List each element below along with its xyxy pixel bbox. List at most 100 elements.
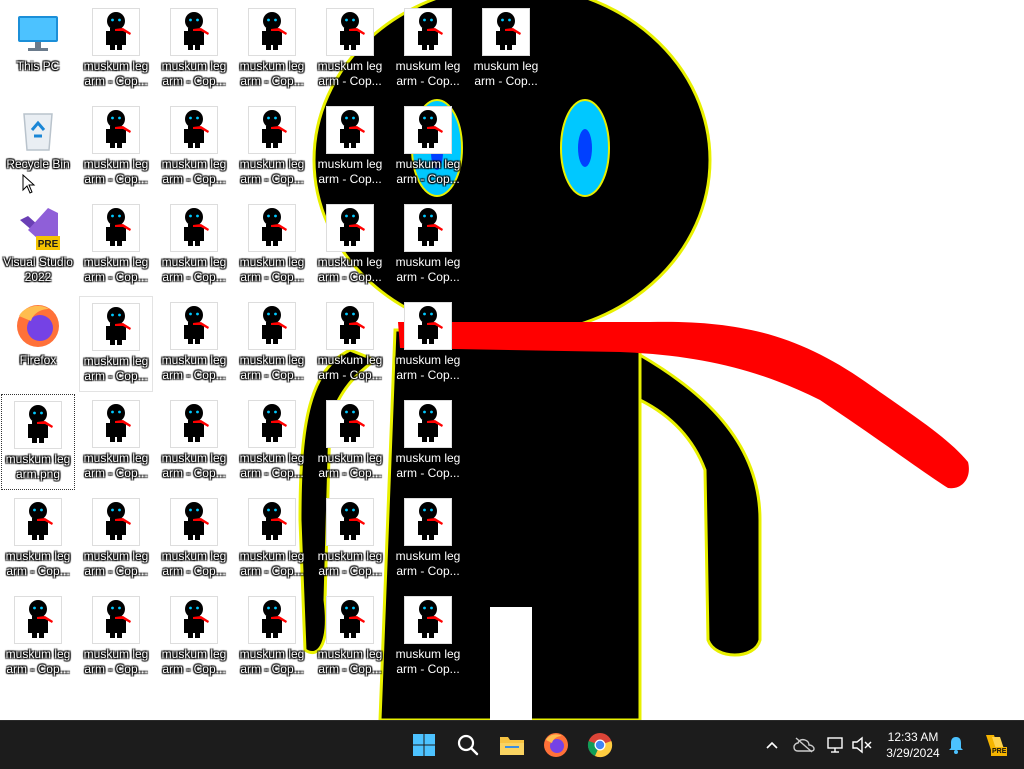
desktop-icon-file-copy[interactable]: muskum leg arm - Cop... — [157, 590, 231, 686]
desktop-icon-label: muskum leg arm - Cop... — [161, 59, 227, 88]
image-thumbnail-icon — [170, 400, 218, 448]
image-thumbnail-icon — [248, 400, 296, 448]
cloud-off-icon — [793, 737, 815, 753]
desktop-icon-file-copy[interactable]: muskum leg arm - Cop... — [79, 492, 153, 588]
image-thumbnail-icon — [404, 204, 452, 252]
onedrive-button[interactable] — [792, 733, 816, 757]
computer-icon — [14, 8, 62, 56]
network-icon — [827, 737, 843, 753]
desktop-icon-label: This PC — [16, 59, 60, 73]
desktop-icon-file-copy[interactable]: muskum leg arm - Cop... — [235, 492, 309, 588]
show-hidden-icons-button[interactable] — [760, 733, 784, 757]
desktop-icon-file-copy[interactable]: muskum leg arm - Cop... — [157, 198, 231, 294]
desktop[interactable]: This PC Recycle Bin PRE Visual Studio 2022 … — [0, 0, 1024, 720]
clock-date: 3/29/2024 — [886, 746, 940, 760]
desktop-icon-file-copy[interactable]: muskum leg arm - Cop... — [235, 394, 309, 490]
desktop-icon-file-copy[interactable]: muskum leg arm - Cop... — [157, 2, 231, 98]
desktop-icon-file-copy[interactable]: muskum leg arm - Cop... — [157, 100, 231, 196]
desktop-icon-file-copy[interactable]: muskum leg arm - Cop... — [157, 492, 231, 588]
desktop-icon-file-copy[interactable]: muskum leg arm - Cop... — [157, 394, 231, 490]
desktop-icon-file-copy[interactable]: muskum leg arm - Cop... — [79, 296, 153, 392]
notifications-button[interactable] — [944, 733, 968, 757]
desktop-icon-file-copy[interactable]: muskum leg arm - Cop... — [1, 590, 75, 686]
desktop-icon-label: muskum leg arm - Cop... — [239, 549, 305, 578]
recycle-bin-icon — [14, 106, 62, 154]
desktop-icon-file-copy[interactable]: muskum leg arm - Cop... — [313, 2, 387, 98]
desktop-icon-file-copy[interactable]: muskum leg arm - Cop... — [235, 590, 309, 686]
clock[interactable]: 12:33 AM 3/29/2024 — [880, 729, 946, 761]
search-button[interactable] — [450, 727, 486, 763]
desktop-icon-file-copy[interactable]: muskum leg arm - Cop... — [235, 100, 309, 196]
desktop-icon-file-copy[interactable]: muskum leg arm - Cop... — [313, 394, 387, 490]
desktop-icon-file-copy[interactable]: muskum leg arm - Cop... — [235, 2, 309, 98]
desktop-icon-file-copy[interactable]: muskum leg arm - Cop... — [79, 394, 153, 490]
desktop-icon-file-copy[interactable]: muskum leg arm - Cop... — [391, 590, 465, 686]
image-thumbnail-icon — [326, 302, 374, 350]
desktop-icon-label: muskum leg arm - Cop... — [317, 353, 383, 382]
firefox-taskbar-button[interactable] — [538, 727, 574, 763]
desktop-icon-file-copy[interactable]: muskum leg arm - Cop... — [313, 198, 387, 294]
desktop-icon-file-copy[interactable]: muskum leg arm - Cop... — [313, 296, 387, 392]
desktop-icon-file-copy[interactable]: muskum leg arm - Cop... — [391, 100, 465, 196]
desktop-icon-file-copy[interactable]: muskum leg arm - Cop... — [1, 492, 75, 588]
image-thumbnail-icon — [248, 498, 296, 546]
desktop-icon-file-copy[interactable]: muskum leg arm - Cop... — [79, 100, 153, 196]
image-thumbnail-icon — [248, 204, 296, 252]
desktop-icon-label: muskum leg arm - Cop... — [83, 157, 149, 186]
image-thumbnail-icon — [92, 204, 140, 252]
image-thumbnail-icon — [92, 106, 140, 154]
desktop-icon-file-copy[interactable]: muskum leg arm - Cop... — [79, 2, 153, 98]
image-thumbnail-icon — [404, 302, 452, 350]
image-thumbnail-icon — [14, 498, 62, 546]
image-thumbnail-icon — [14, 596, 62, 644]
desktop-icon-file-copy[interactable]: muskum leg arm - Cop... — [391, 198, 465, 294]
clock-time: 12:33 AM — [887, 730, 939, 744]
desktop-icon-file-copy[interactable]: muskum leg arm - Cop... — [157, 296, 231, 392]
desktop-icon-label: muskum leg arm - Cop... — [395, 59, 461, 88]
desktop-icon-file-copy[interactable]: muskum leg arm - Cop... — [235, 198, 309, 294]
start-button[interactable] — [406, 727, 442, 763]
firefox-icon — [544, 733, 568, 757]
desktop-icon-computer[interactable]: This PC — [1, 2, 75, 98]
image-thumbnail-icon — [170, 596, 218, 644]
wallpaper — [298, 0, 969, 720]
desktop-icon-file-copy[interactable]: muskum leg arm - Cop... — [313, 100, 387, 196]
visual-studio-icon: PRE — [14, 204, 62, 252]
desktop-icon-label: Recycle Bin — [6, 157, 70, 171]
desktop-icon-visual-studio[interactable]: PRE Visual Studio 2022 Preview — [1, 198, 75, 294]
desktop-icon-file-copy[interactable]: muskum leg arm - Cop... — [391, 394, 465, 490]
desktop-icon-label: muskum leg arm - Cop... — [83, 255, 149, 284]
desktop-icon-file-copy[interactable]: muskum leg arm - Cop... — [235, 296, 309, 392]
desktop-icon-label: muskum leg arm - Cop... — [317, 549, 383, 578]
image-thumbnail-icon — [326, 596, 374, 644]
desktop-icon-file-copy[interactable]: muskum leg arm - Cop... — [79, 198, 153, 294]
file-explorer-button[interactable] — [494, 727, 530, 763]
desktop-icon-label: muskum leg arm - Cop... — [83, 549, 149, 578]
image-thumbnail-icon — [170, 498, 218, 546]
desktop-icon-firefox[interactable]: Firefox — [1, 296, 75, 392]
volume-button[interactable] — [850, 733, 874, 757]
desktop-icon-file-copy[interactable]: muskum leg arm - Cop... — [391, 296, 465, 392]
desktop-icon-label: muskum leg arm - Cop... — [317, 59, 383, 88]
desktop-icon-label: muskum leg arm - Cop... — [239, 353, 305, 382]
desktop-icon-label: muskum leg arm - Cop... — [161, 549, 227, 578]
desktop-icon-file-copy[interactable]: muskum leg arm - Cop... — [79, 590, 153, 686]
desktop-icon-file-copy[interactable]: muskum leg arm - Cop... — [313, 590, 387, 686]
desktop-icon-label: muskum leg arm - Cop... — [395, 353, 461, 382]
image-thumbnail-icon — [92, 596, 140, 644]
desktop-icon-label: muskum leg arm - Cop... — [83, 354, 149, 383]
copilot-button[interactable]: PRE — [978, 733, 1008, 757]
desktop-icon-label: muskum leg arm - Cop... — [239, 157, 305, 186]
desktop-icon-file-copy[interactable]: muskum leg arm - Cop... — [391, 492, 465, 588]
desktop-icon-file-copy[interactable]: muskum leg arm - Cop... — [313, 492, 387, 588]
desktop-icon-recycle-bin[interactable]: Recycle Bin — [1, 100, 75, 196]
desktop-icon-label: muskum leg arm - Cop... — [161, 353, 227, 382]
desktop-icon-file-copy[interactable]: muskum leg arm - Cop... — [469, 2, 543, 98]
desktop-icon-png-file[interactable]: muskum leg arm.png — [1, 394, 75, 490]
desktop-icon-file-copy[interactable]: muskum leg arm - Cop... — [391, 2, 465, 98]
desktop-icon-label: muskum leg arm - Cop... — [161, 451, 227, 480]
desktop-icon-label: Firefox — [19, 353, 57, 367]
image-thumbnail-icon — [404, 400, 452, 448]
network-button[interactable] — [824, 733, 848, 757]
chrome-taskbar-button[interactable] — [582, 727, 618, 763]
